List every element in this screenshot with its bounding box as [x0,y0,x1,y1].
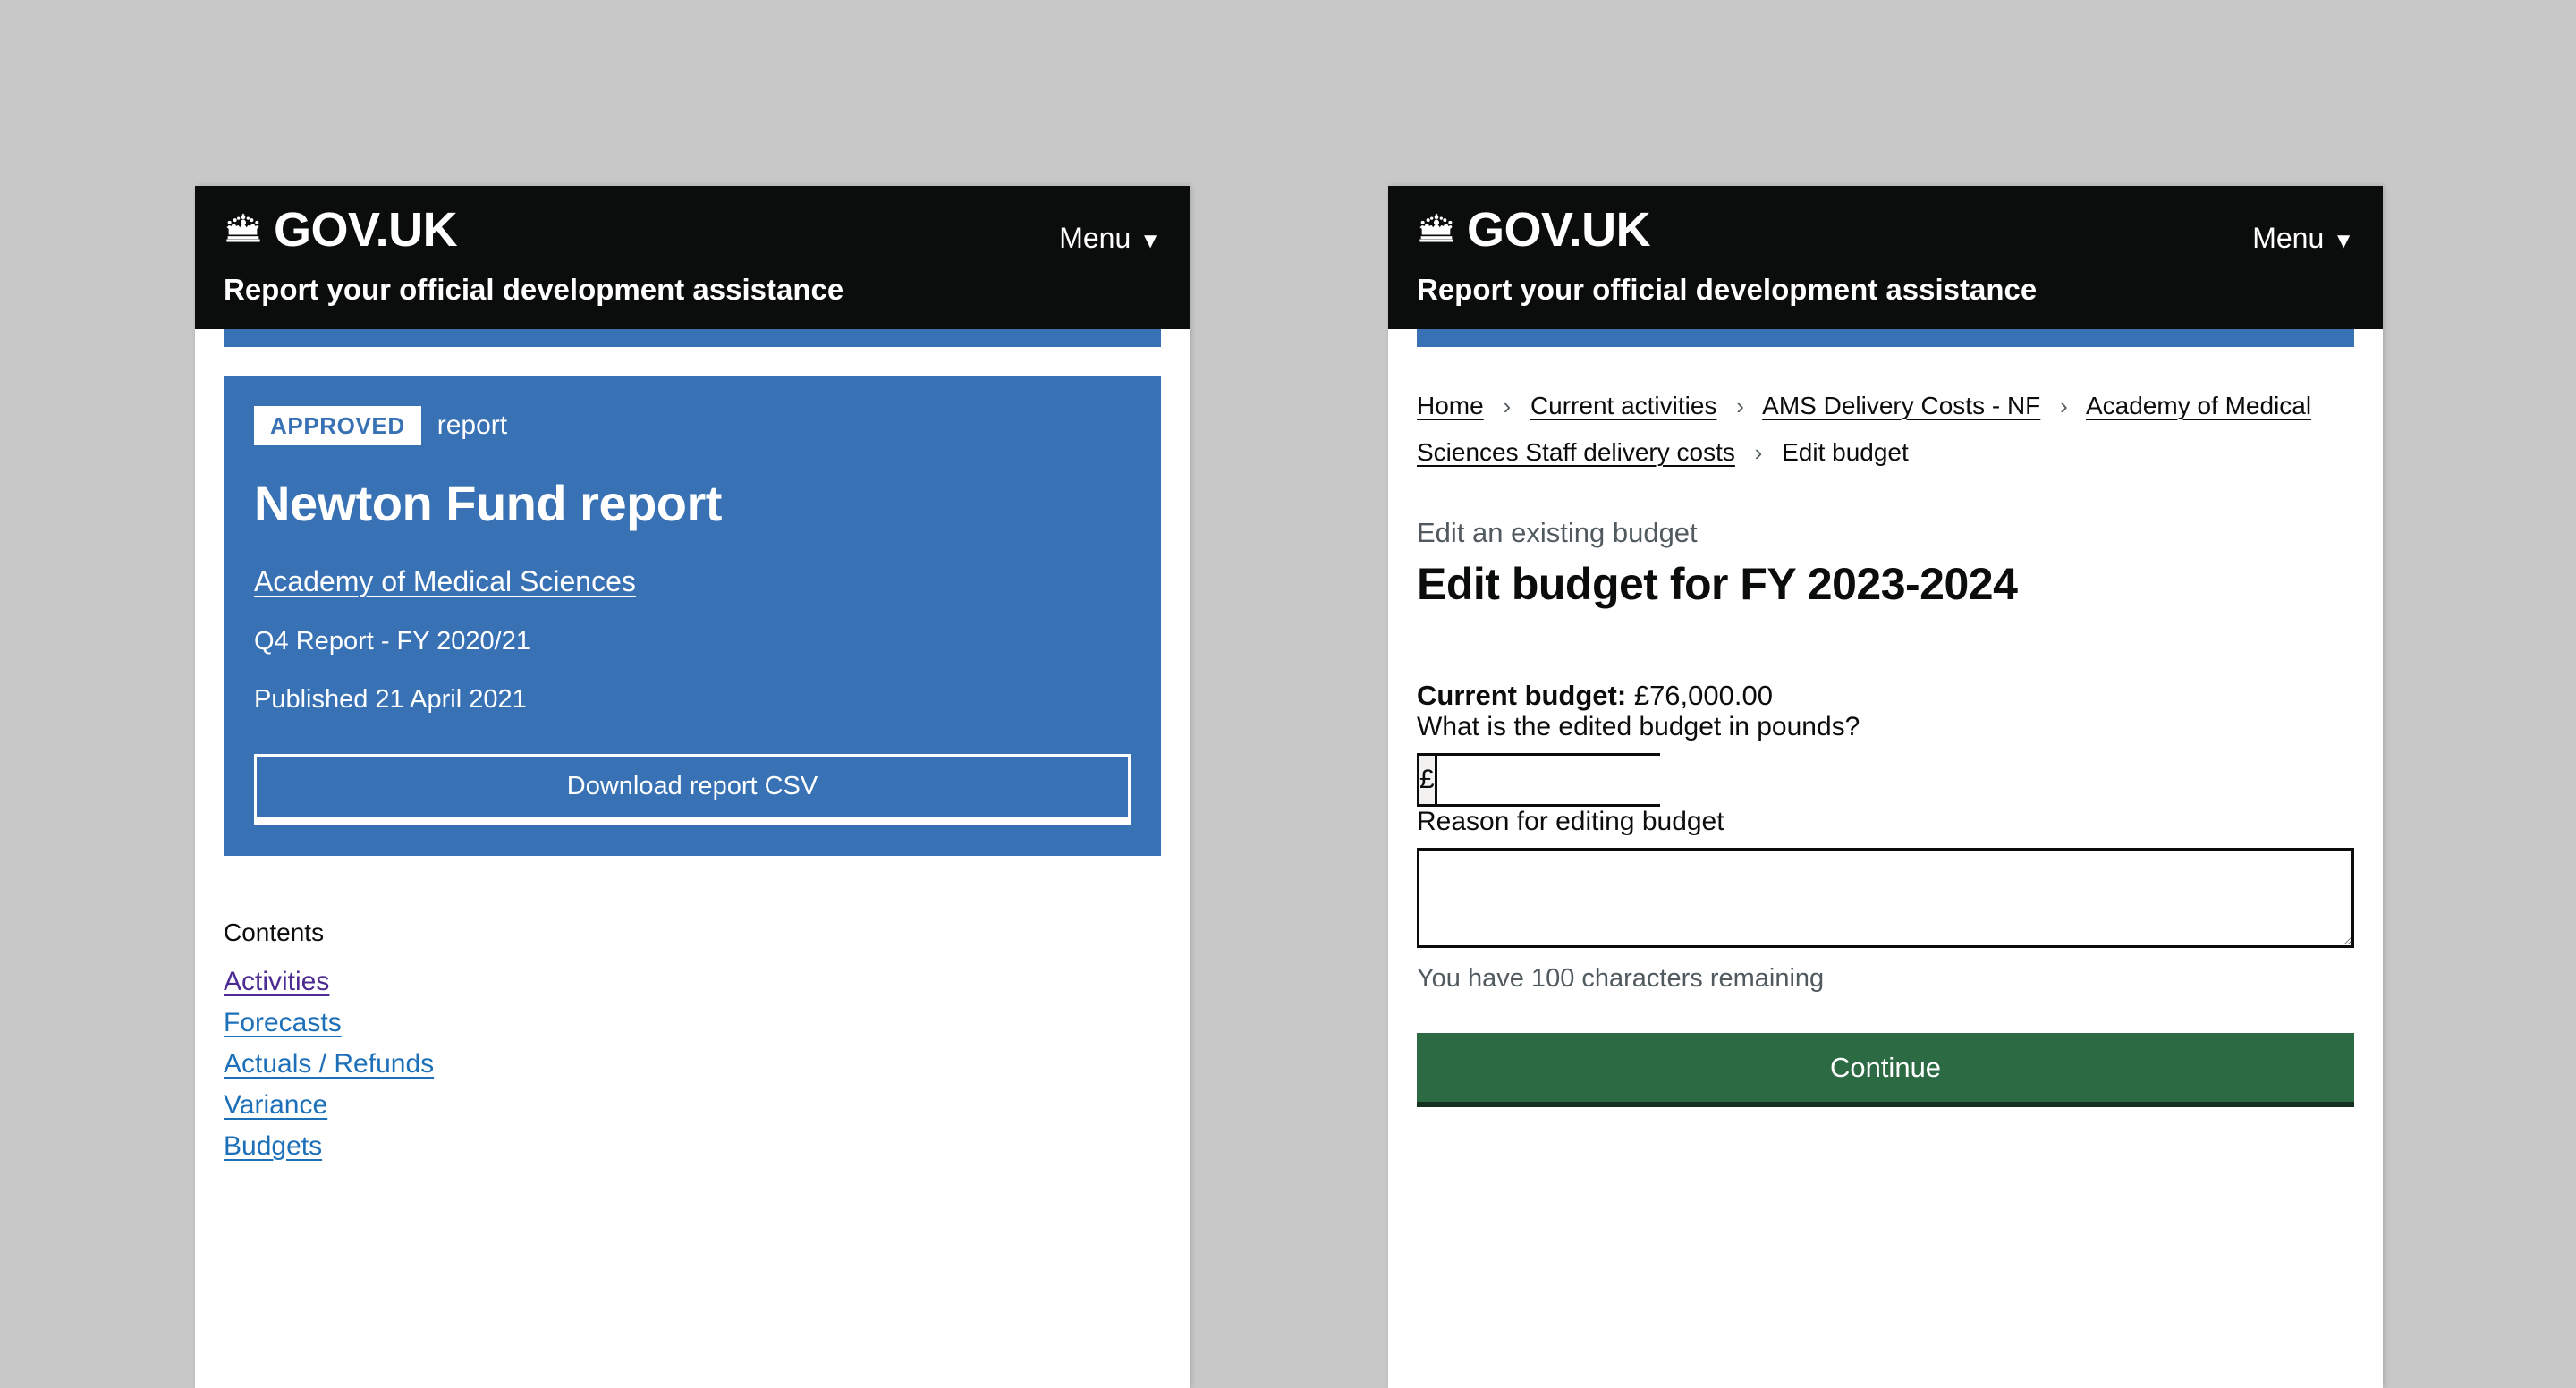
breadcrumb-item-edit-budget: Edit budget [1782,438,1909,467]
phase-bar-top-right [1417,329,2354,348]
breadcrumb-item-current-activities[interactable]: Current activities [1530,392,1717,419]
reason-label: Reason for editing budget [1417,806,1724,836]
list-item: Activities [224,967,1161,997]
service-name: Report your official development assista… [224,273,844,306]
current-budget-value: £76,000.00 [1633,679,1773,711]
report-quarter: Q4 Report - FY 2020/21 [254,626,530,656]
character-count-hint: You have 100 characters remaining [1417,963,1825,993]
left-page-body: APPROVED report Newton Fund report Acade… [195,376,1190,1162]
menu-button[interactable]: Menu ▼ [1059,206,1161,252]
contents-list: Activities Forecasts Actuals / Refunds V… [224,967,1161,1162]
report-published-date: Published 21 April 2021 [254,684,527,714]
contents-heading: Contents [224,918,325,946]
report-page-panel: GOV.UK Menu ▼ Report your official develo… [195,186,1190,1388]
budget-amount-input[interactable] [1436,755,1804,804]
report-summary-card: APPROVED report Newton Fund report Acade… [224,376,1161,856]
crown-icon [224,212,263,249]
chevron-right-icon: › [2060,393,2068,420]
organisation-link[interactable]: Academy of Medical Sciences [254,565,636,598]
menu-label: Menu [1059,222,1131,254]
menu-label: Menu [2252,222,2325,254]
service-name: Report your official development assista… [1417,273,2038,306]
phase-bar-top-left [224,329,1161,348]
contents-link-forecasts[interactable]: Forecasts [224,1008,342,1037]
report-title: Newton Fund report [254,475,722,532]
list-item: Actuals / Refunds [224,1049,1161,1079]
right-page-body: Home › Current activities › AMS Delivery… [1388,383,2383,1107]
chevron-right-icon: › [1754,439,1763,467]
breadcrumb-item-home[interactable]: Home [1417,392,1484,419]
reason-textarea[interactable] [1417,847,2354,948]
status-badge-suffix: report [436,410,508,441]
contents-link-budgets[interactable]: Budgets [224,1131,322,1161]
chevron-right-icon: › [1736,393,1744,420]
contents-link-variance[interactable]: Variance [224,1090,327,1120]
govuk-header-right: GOV.UK Menu ▼ Report your official develo… [1388,186,2383,330]
breadcrumb-item-ams-delivery-costs[interactable]: AMS Delivery Costs - NF [1762,392,2040,419]
pound-symbol-icon: £ [1419,755,1437,804]
page-title: Edit budget for FY 2023-2024 [1417,558,2018,609]
list-item: Forecasts [224,1008,1161,1038]
brand-name: GOV.UK [274,203,458,257]
header-top-row: GOV.UK Menu ▼ [224,206,1161,254]
breadcrumb: Home › Current activities › AMS Delivery… [1417,383,2354,476]
list-item: Budgets [224,1131,1161,1162]
budget-amount-field-group: £ [1417,752,1804,807]
contents-link-activities[interactable]: Activities [224,967,329,996]
crown-icon [1417,212,1456,249]
page-caption: Edit an existing budget [1417,516,1698,548]
header-top-row: GOV.UK Menu ▼ [1417,206,2354,254]
edit-budget-page-panel: GOV.UK Menu ▼ Report your official develo… [1388,186,2383,1388]
chevron-right-icon: › [1503,393,1512,420]
continue-button[interactable]: Continue [1417,1032,2354,1107]
status-badge: APPROVED [254,406,421,446]
menu-button[interactable]: Menu ▼ [2252,206,2354,252]
budget-amount-label: What is the edited budget in pounds? [1417,711,1860,741]
govuk-brand-link[interactable]: GOV.UK [224,203,458,257]
govuk-header-left: GOV.UK Menu ▼ Report your official develo… [195,186,1190,330]
list-item: Variance [224,1090,1161,1121]
current-budget-row: Current budget: £76,000.00 [1417,680,2354,712]
brand-name: GOV.UK [1467,203,1651,257]
current-budget-label: Current budget: [1417,679,1627,711]
contents-link-actuals-refunds[interactable]: Actuals / Refunds [224,1049,434,1079]
govuk-brand-link[interactable]: GOV.UK [1417,203,1651,257]
chevron-down-icon: ▼ [2333,229,2354,253]
download-report-csv-button[interactable]: Download report CSV [254,753,1131,820]
chevron-down-icon: ▼ [1140,229,1161,253]
report-status-row: APPROVED report [254,406,1131,446]
